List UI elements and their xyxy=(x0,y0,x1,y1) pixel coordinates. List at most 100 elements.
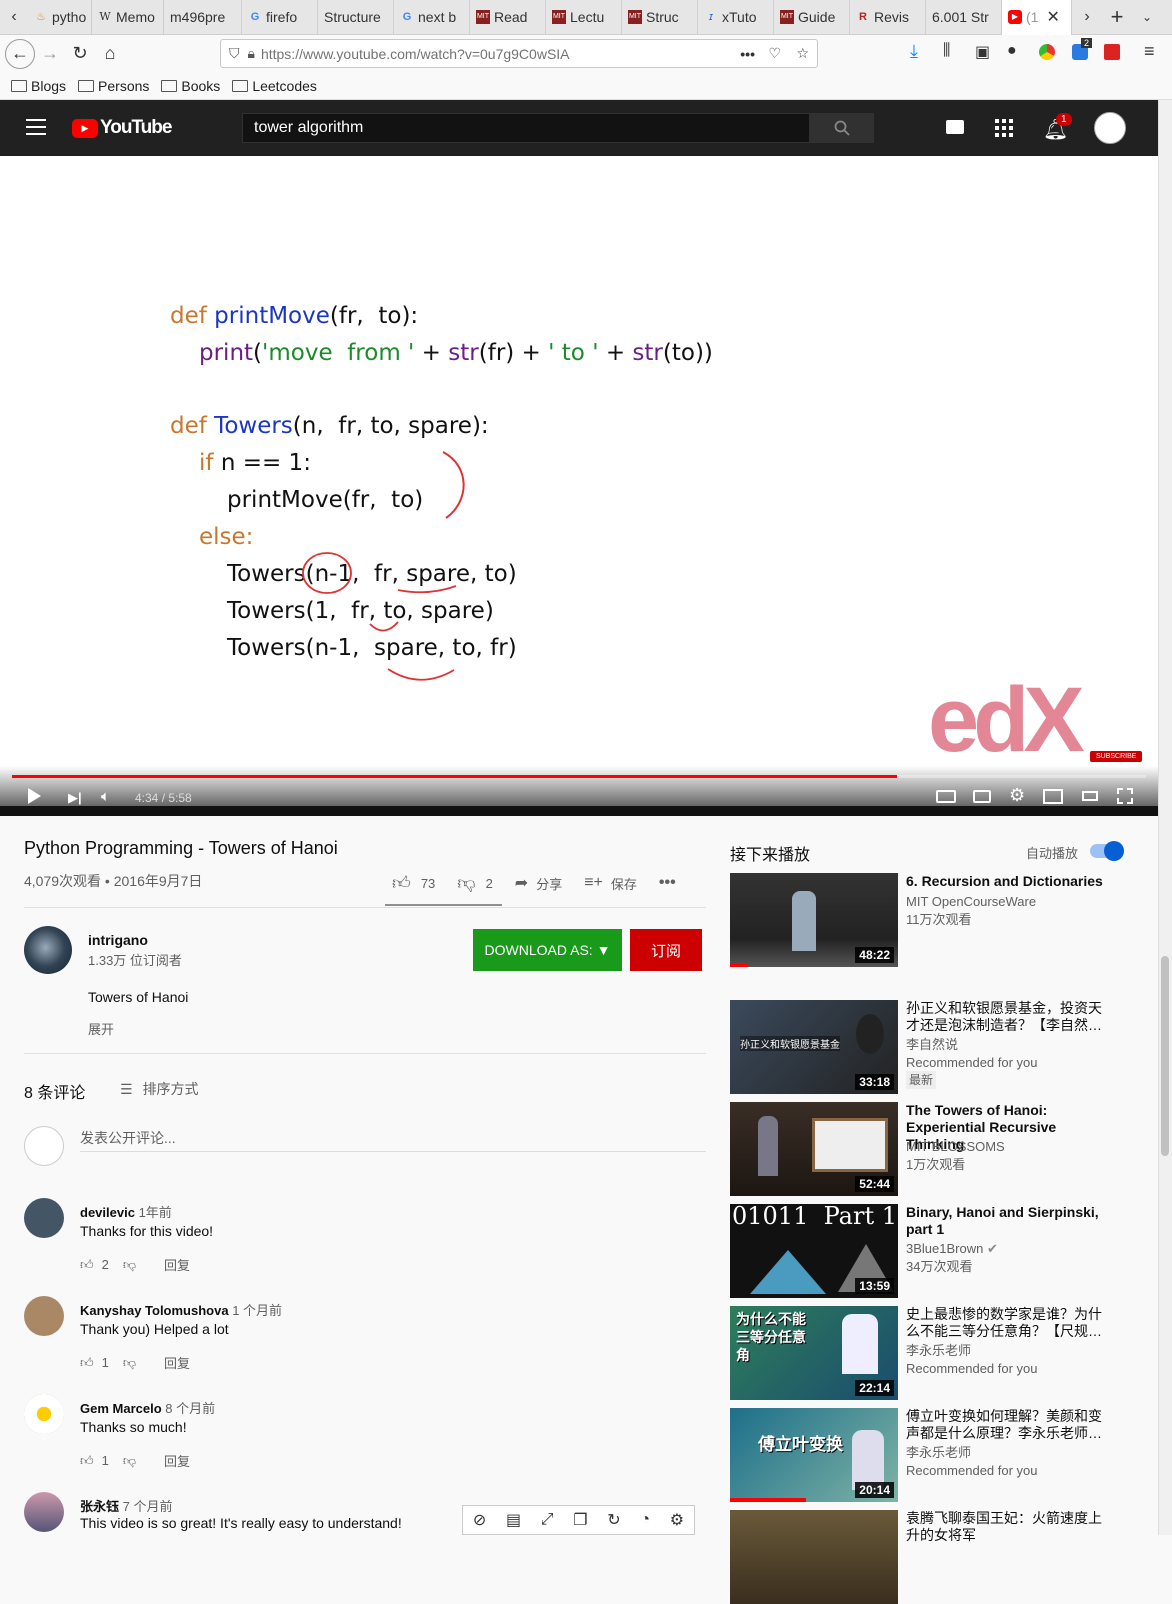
browser-tab[interactable]: ♨ pytho xyxy=(28,0,92,35)
browser-tab[interactable]: Gnext b xyxy=(394,0,470,35)
theater-mode-icon[interactable] xyxy=(1082,791,1098,801)
reply-button[interactable]: 回复 xyxy=(164,1451,190,1470)
channel-avatar[interactable] xyxy=(24,926,72,974)
video-title[interactable]: Binary, Hanoi and Sierpinski, part 1 xyxy=(906,1204,1112,1238)
expand-description-button[interactable]: 展开 xyxy=(88,1019,114,1038)
tab-list-icon[interactable]: ⌄ xyxy=(1132,2,1162,32)
browser-tab[interactable]: MIT Lectu xyxy=(546,0,622,35)
video-title[interactable]: 孙正义和软银愿景基金，投资天才还是泡沫制造者？【李自然… xyxy=(906,1000,1106,1034)
search-button[interactable] xyxy=(810,113,874,143)
volume-icon[interactable]: 🔈︎ xyxy=(101,788,110,805)
menu-icon[interactable]: ≡ xyxy=(1144,41,1155,62)
refresh-icon[interactable]: ↻ xyxy=(607,1510,620,1530)
apps-grid-icon[interactable] xyxy=(995,119,1013,137)
video-channel[interactable]: 李永乐老师 xyxy=(906,1444,971,1462)
share-button[interactable]: ➦ 分享 xyxy=(515,873,562,893)
close-tab-icon[interactable]: ✕ xyxy=(1046,7,1059,27)
miniplayer-icon[interactable] xyxy=(1043,789,1063,804)
video-player[interactable]: def printMove(fr, to): print('move from … xyxy=(0,156,1158,816)
download-icon[interactable]: ⤓ xyxy=(910,41,918,62)
reply-button[interactable]: 回复 xyxy=(164,1255,190,1274)
new-tab-icon[interactable]: + xyxy=(1102,2,1132,32)
comment-time[interactable]: 7 个月前 xyxy=(123,1499,173,1514)
save-button[interactable]: ≡+ 保存 xyxy=(584,874,637,893)
bookmark-folder[interactable]: Leetcodes xyxy=(232,78,317,94)
block-icon[interactable]: ⊘ xyxy=(473,1510,486,1530)
video-channel[interactable]: MIT OpenCourseWare xyxy=(906,893,1036,911)
comment-time[interactable]: 1 个月前 xyxy=(232,1303,282,1318)
url-bar[interactable]: ⛉ 🔒︎ https://www.youtube.com/watch?v=0u7… xyxy=(220,39,818,68)
subscribe-button[interactable]: 订阅 xyxy=(630,929,702,971)
extension-badge-icon[interactable]: 2 xyxy=(1072,38,1093,60)
comment-author[interactable]: Kanyshay Tolomushova xyxy=(80,1303,229,1318)
browser-tab[interactable]: MIT Read xyxy=(470,0,546,35)
bookmark-folder[interactable]: Books xyxy=(161,78,220,94)
comment-time[interactable]: 1年前 xyxy=(139,1205,172,1220)
create-video-icon[interactable] xyxy=(946,120,964,134)
bookmark-folder[interactable]: Persons xyxy=(78,78,149,94)
avatar[interactable] xyxy=(24,1198,64,1238)
thumbs-up-icon[interactable]: 👍︎ xyxy=(80,1355,94,1371)
video-title[interactable]: 史上最悲惨的数学家是谁？为什么不能三等分任意角？【尺规… xyxy=(906,1306,1106,1340)
reload-icon[interactable]: ↻ xyxy=(65,39,95,69)
progress-bar[interactable] xyxy=(12,775,1146,778)
shield-icon[interactable]: ⛉ xyxy=(229,45,240,62)
search-input[interactable]: tower algorithm xyxy=(242,113,810,143)
browser-tab[interactable]: MIT Struc xyxy=(622,0,698,35)
back-icon[interactable]: ← xyxy=(5,38,35,69)
avatar[interactable] xyxy=(1094,112,1126,144)
url-text[interactable]: https://www.youtube.com/watch?v=0u7g9C0w… xyxy=(261,46,570,62)
browser-tab-active[interactable]: ▶ (1 ✕ xyxy=(1002,0,1072,35)
settings-gear-icon[interactable]: ⚙ xyxy=(1009,785,1025,806)
video-thumbnail[interactable]: 为什么不能三等分任意角 22:14 xyxy=(730,1306,898,1400)
browser-tab[interactable]: R Revis xyxy=(850,0,926,35)
account-icon[interactable]: ● xyxy=(1007,42,1017,60)
video-channel[interactable]: 3Blue1Brown ✔ xyxy=(906,1240,998,1258)
copy-icon[interactable]: ❐ xyxy=(573,1510,587,1530)
tab-scroll-left-icon[interactable]: ‹ xyxy=(0,2,28,32)
video-title[interactable]: 6. Recursion and Dictionaries xyxy=(906,873,1112,890)
expand-icon[interactable]: ⤢ xyxy=(541,1511,554,1529)
download-button[interactable]: DOWNLOAD AS: ▼ xyxy=(473,929,622,971)
channel-name[interactable]: intrigano xyxy=(88,932,148,948)
settings-gear-icon[interactable]: ⚙ xyxy=(670,1510,684,1530)
video-title[interactable]: 傅立叶变换如何理解？美颜和变声都是什么原理？李永乐老师… xyxy=(906,1408,1106,1442)
subscribe-watermark-badge[interactable]: SUBSCRIBE xyxy=(1090,751,1143,762)
forward-icon[interactable]: → xyxy=(35,39,65,69)
thumbs-up-icon[interactable]: 👍︎ xyxy=(80,1453,94,1469)
video-channel[interactable]: MIT BLOSSOMS xyxy=(906,1138,1005,1156)
bookmark-folder[interactable]: Blogs xyxy=(11,78,66,94)
browser-tab[interactable]: W Memo xyxy=(92,0,164,35)
play-icon[interactable] xyxy=(28,788,41,804)
page-actions-icon[interactable]: ••• xyxy=(740,46,755,62)
extension-icon[interactable] xyxy=(1039,44,1055,60)
browser-tab[interactable]: 6.001 Str xyxy=(926,0,1002,35)
like-button[interactable]: 👍︎ 73 xyxy=(392,872,435,894)
speed-gauge-icon[interactable]: ◔ xyxy=(640,1511,650,1529)
browser-tab[interactable]: m496pre xyxy=(164,0,242,35)
film-icon[interactable]: ▤ xyxy=(506,1510,521,1530)
avatar[interactable] xyxy=(24,1394,64,1434)
avatar[interactable] xyxy=(24,1296,64,1336)
video-thumbnail[interactable]: 01011 Part 1 13:59 xyxy=(730,1204,898,1298)
autoplay-toggle[interactable] xyxy=(1090,841,1124,861)
extension-red-icon[interactable] xyxy=(1104,44,1120,60)
scrollbar-thumb[interactable] xyxy=(1161,956,1169,1156)
lock-icon[interactable]: 🔒︎ xyxy=(248,45,255,62)
thumbs-down-icon[interactable]: 👎︎ xyxy=(123,1453,136,1469)
dislike-button[interactable]: 👎︎ 2 xyxy=(457,872,493,894)
video-thumbnail[interactable]: 48:22 xyxy=(730,873,898,967)
more-actions-icon[interactable]: ••• xyxy=(659,874,676,892)
library-icon[interactable]: ⫼ xyxy=(943,42,950,60)
comment-author[interactable]: Gem Marcelo xyxy=(80,1401,162,1416)
thumbs-up-icon[interactable]: 👍︎ xyxy=(80,1257,94,1273)
reply-button[interactable]: 回复 xyxy=(164,1353,190,1372)
browser-tab[interactable]: Structure xyxy=(318,0,394,35)
sidebar-icon[interactable]: ▣ xyxy=(975,42,990,62)
browser-tab[interactable]: ɪ xTuto xyxy=(698,0,774,35)
pocket-icon[interactable]: ♡ xyxy=(768,45,781,62)
page-scrollbar[interactable] xyxy=(1158,100,1172,1535)
video-channel[interactable]: 李自然说 xyxy=(906,1036,958,1054)
tab-scroll-right-icon[interactable]: › xyxy=(1072,2,1102,32)
next-video-icon[interactable]: ▶| xyxy=(68,790,82,806)
